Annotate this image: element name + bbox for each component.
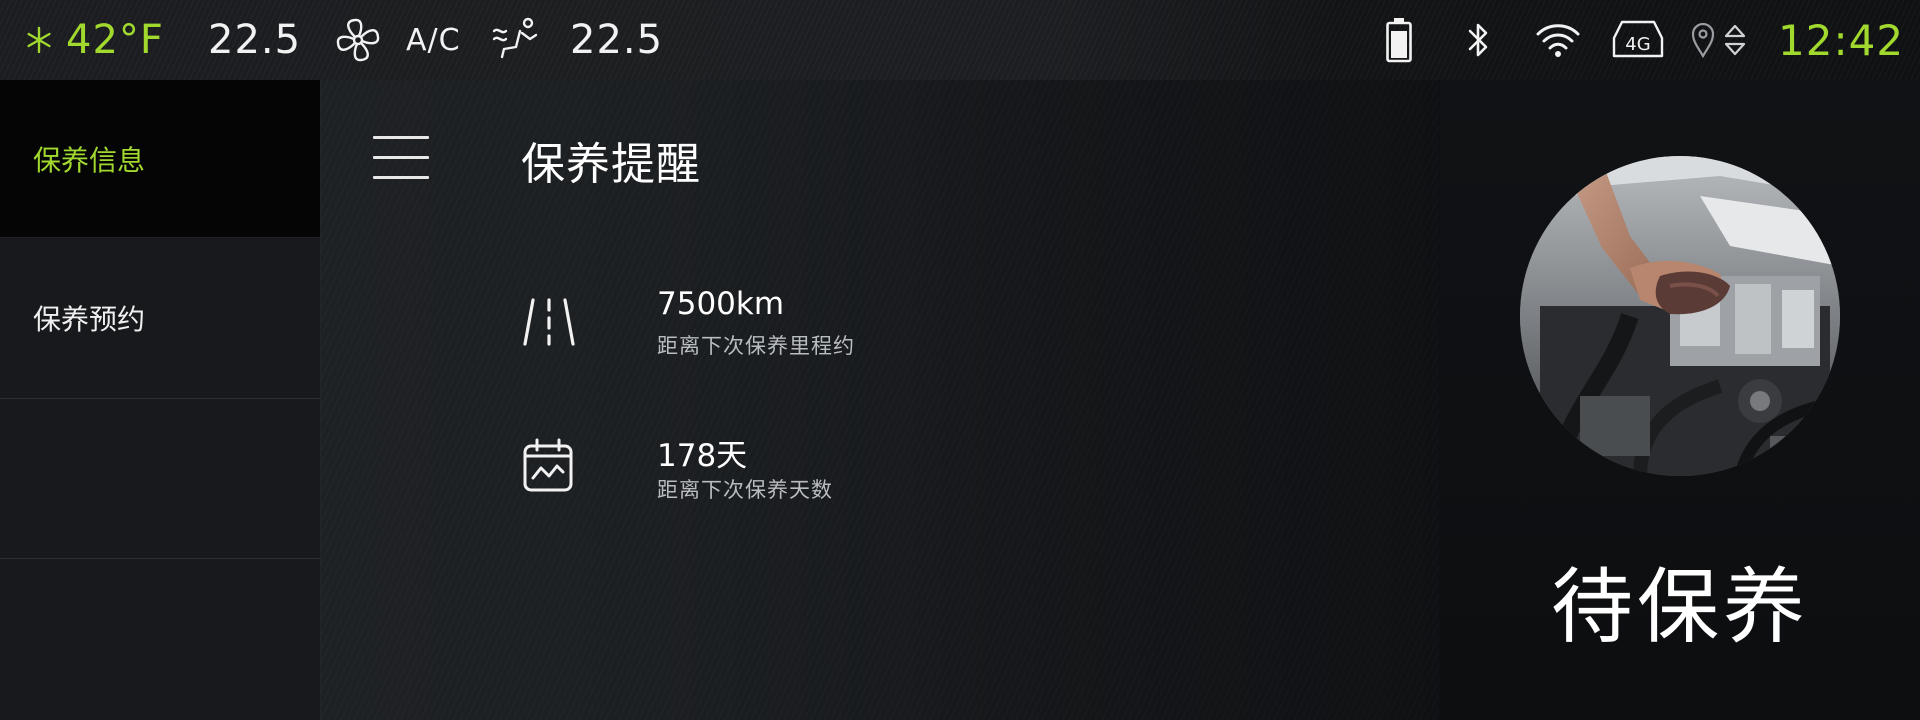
seat-airflow-icon[interactable] — [490, 0, 540, 80]
mileage-label: 距离下次保养里程约 — [657, 334, 855, 358]
days-label: 距离下次保养天数 — [657, 478, 833, 502]
panel-shading — [879, 80, 1439, 720]
wifi-icon — [1534, 0, 1582, 80]
cellular-4g-icon: 4G — [1610, 0, 1666, 80]
sidebar-item-maintenance-info[interactable]: 保养信息 — [0, 80, 320, 238]
status-bar: 42°F 22.5 A/C 22.5 4G 12:42 — [0, 0, 1920, 81]
mileage-value: 7500km — [657, 286, 785, 322]
engine-maintenance-photo — [1520, 156, 1840, 476]
mileage-reminder-row: 7500km 距离下次保养里程约 — [521, 286, 1121, 392]
road-icon — [521, 292, 585, 356]
bluetooth-icon — [1462, 0, 1496, 80]
main-panel: 保养提醒 7500km 距离下次保养里程约 178天 距离下次保养天数 — [321, 80, 1439, 720]
up-down-arrows-icon — [1720, 0, 1750, 80]
fan-icon[interactable] — [334, 0, 382, 80]
page-title: 保养提醒 — [521, 139, 701, 190]
driver-temperature[interactable]: 22.5 — [208, 0, 300, 80]
sidebar-item-label: 保养预约 — [33, 303, 146, 336]
days-reminder-row: 178天 距离下次保养天数 — [521, 436, 1121, 536]
maintenance-status: 待保养 — [1550, 560, 1809, 655]
outside-temperature: 42°F — [66, 17, 164, 63]
sidebar-item-empty — [0, 559, 320, 720]
days-value: 178天 — [657, 438, 748, 474]
battery-icon — [1384, 0, 1414, 80]
passenger-temperature[interactable]: 22.5 — [570, 0, 662, 80]
sidebar-item-label: 保养信息 — [33, 143, 146, 177]
snowflake-icon — [24, 0, 54, 80]
ac-button[interactable]: A/C — [406, 0, 466, 80]
network-type-label: 4G — [1625, 34, 1650, 55]
car-maintenance-screen: 42°F 22.5 A/C 22.5 4G 12:42 保养信息 保养预约 保养… — [0, 0, 1920, 720]
sidebar: 保养信息 保养预约 — [0, 80, 321, 720]
calendar-icon — [521, 436, 585, 500]
sidebar-item-empty — [0, 399, 320, 559]
hamburger-menu-icon[interactable] — [373, 136, 429, 180]
clock: 12:42 — [1778, 15, 1905, 65]
status-panel: 待保养 — [1440, 80, 1920, 720]
location-pin-icon — [1690, 0, 1716, 80]
sidebar-item-maintenance-booking[interactable]: 保养预约 — [0, 238, 320, 399]
